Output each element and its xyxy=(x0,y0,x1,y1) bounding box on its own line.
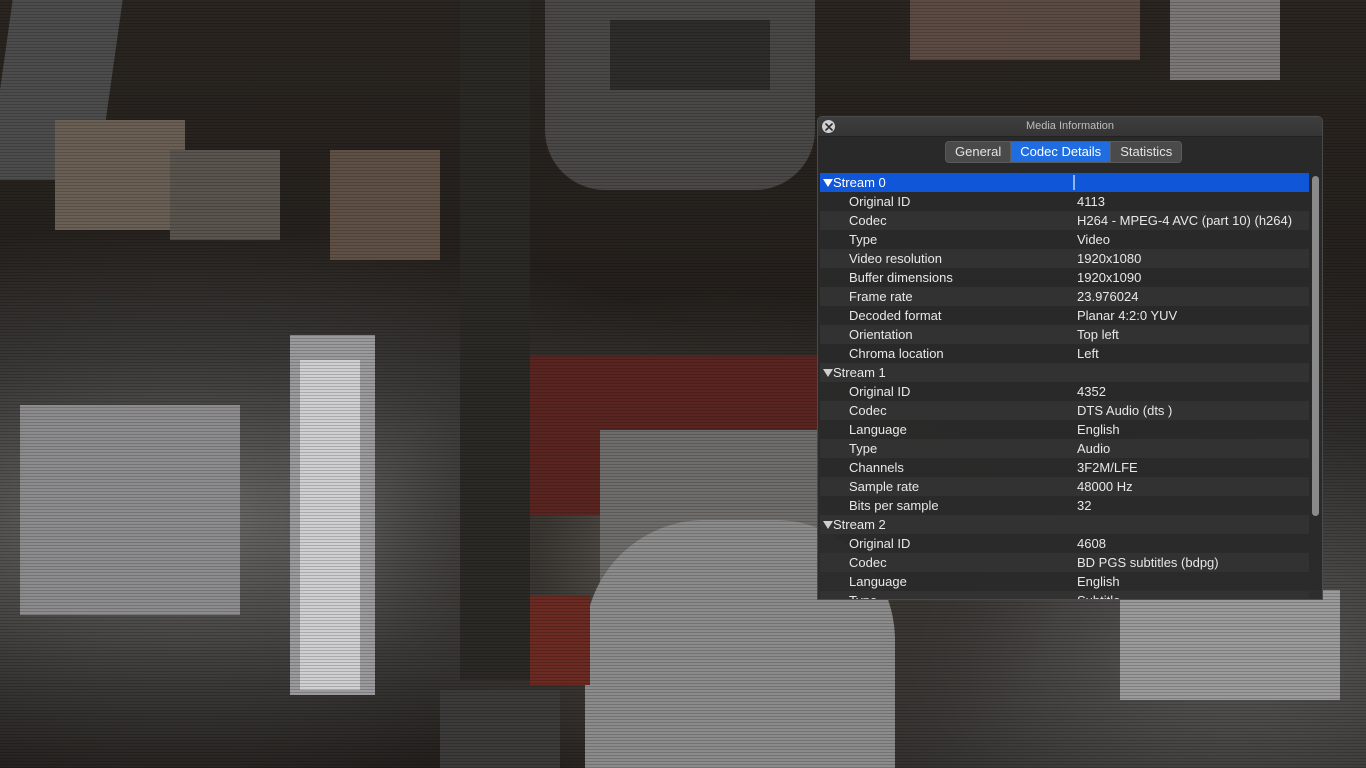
field-value: 48000 Hz xyxy=(1077,479,1133,494)
stream-name: Stream 0 xyxy=(833,175,886,190)
stream-header-1[interactable]: Stream 1 xyxy=(820,363,1309,382)
field-row[interactable]: Codec DTS Audio (dts ) xyxy=(820,401,1309,420)
field-key: Buffer dimensions xyxy=(849,270,953,285)
tab-general[interactable]: General xyxy=(946,142,1012,162)
field-value: DTS Audio (dts ) xyxy=(1077,403,1173,418)
field-row[interactable]: Codec BD PGS subtitles (bdpg) xyxy=(820,553,1309,572)
column-separator xyxy=(1073,175,1075,190)
field-key: Language xyxy=(849,422,907,437)
field-value: 4352 xyxy=(1077,384,1106,399)
field-key: Frame rate xyxy=(849,289,913,304)
media-information-window: Media Information General Codec Details … xyxy=(817,116,1323,600)
field-row[interactable]: Language English xyxy=(820,572,1309,591)
field-value: H264 - MPEG-4 AVC (part 10) (h264) xyxy=(1077,213,1293,228)
field-value: Left xyxy=(1077,346,1099,361)
stream-header-0[interactable]: Stream 0 xyxy=(820,173,1309,192)
field-row[interactable]: Frame rate 23.976024 xyxy=(820,287,1309,306)
field-value: Top left xyxy=(1077,327,1119,342)
field-value: 3F2M/LFE xyxy=(1077,460,1138,475)
field-key: Decoded format xyxy=(849,308,942,323)
field-row[interactable]: Type Audio xyxy=(820,439,1309,458)
field-row[interactable]: Orientation Top left xyxy=(820,325,1309,344)
field-key: Original ID xyxy=(849,194,911,209)
title-bar[interactable]: Media Information xyxy=(818,117,1322,137)
field-key: Codec xyxy=(849,403,887,418)
field-value: Planar 4:2:0 YUV xyxy=(1077,308,1178,323)
field-key: Video resolution xyxy=(849,251,942,266)
stream-header-2[interactable]: Stream 2 xyxy=(820,515,1309,534)
field-key: Sample rate xyxy=(849,479,920,494)
field-value: Subtitle xyxy=(1077,591,1307,599)
tab-bar: General Codec Details Statistics xyxy=(945,141,1183,163)
field-key: Type xyxy=(849,591,1069,599)
field-key: Orientation xyxy=(849,327,913,342)
field-value: 23.976024 xyxy=(1077,289,1139,304)
field-value: Audio xyxy=(1077,441,1111,456)
field-key: Original ID xyxy=(849,384,911,399)
field-key: Type xyxy=(849,441,878,456)
field-key: Original ID xyxy=(849,536,911,551)
field-value: BD PGS subtitles (bdpg) xyxy=(1077,555,1219,570)
field-key: Codec xyxy=(849,213,887,228)
window-title: Media Information xyxy=(1025,120,1115,132)
field-row[interactable]: Video resolution 1920x1080 xyxy=(820,249,1309,268)
field-value: English xyxy=(1077,574,1120,589)
field-key: Chroma location xyxy=(849,346,944,361)
field-row[interactable]: Decoded format Planar 4:2:0 YUV xyxy=(820,306,1309,325)
field-key: Bits per sample xyxy=(849,498,939,513)
disclosure-triangle-icon[interactable] xyxy=(823,179,833,187)
field-value: 4608 xyxy=(1077,536,1106,551)
field-row[interactable]: Type Subtitle xyxy=(820,591,1309,599)
field-row[interactable]: Codec H264 - MPEG-4 AVC (part 10) (h264) xyxy=(820,211,1309,230)
field-key: Codec xyxy=(849,555,887,570)
disclosure-triangle-icon[interactable] xyxy=(823,521,833,529)
field-key: Language xyxy=(849,574,907,589)
field-key: Channels xyxy=(849,460,904,475)
field-value: 1920x1080 xyxy=(1077,251,1142,266)
codec-details-list: Stream 0 Original ID 4113 Codec H264 - MPE… xyxy=(820,173,1309,599)
field-row[interactable]: Channels 3F2M/LFE xyxy=(820,458,1309,477)
scrollbar-thumb[interactable] xyxy=(1312,176,1319,516)
stream-name: Stream 2 xyxy=(833,517,886,532)
field-row[interactable]: Type Video xyxy=(820,230,1309,249)
field-row[interactable]: Sample rate 48000 Hz xyxy=(820,477,1309,496)
vertical-scrollbar[interactable] xyxy=(1312,176,1319,599)
field-row[interactable]: Bits per sample 32 xyxy=(820,496,1309,515)
field-row[interactable]: Original ID 4113 xyxy=(820,192,1309,211)
field-value: 1920x1090 xyxy=(1077,270,1142,285)
field-value: 32 xyxy=(1077,498,1092,513)
stream-name: Stream 1 xyxy=(833,365,886,380)
field-key: Type xyxy=(849,232,878,247)
field-row[interactable]: Chroma location Left xyxy=(820,344,1309,363)
tab-statistics[interactable]: Statistics xyxy=(1111,142,1181,162)
field-value: Video xyxy=(1077,232,1111,247)
field-row[interactable]: Buffer dimensions 1920x1090 xyxy=(820,268,1309,287)
field-value: 4113 xyxy=(1077,194,1105,209)
tab-codec-details[interactable]: Codec Details xyxy=(1011,142,1112,162)
disclosure-triangle-icon[interactable] xyxy=(823,369,833,377)
field-row[interactable]: Original ID 4352 xyxy=(820,382,1309,401)
field-value: English xyxy=(1077,422,1120,437)
field-row[interactable]: Original ID 4608 xyxy=(820,534,1309,553)
field-row[interactable]: Language English xyxy=(820,420,1309,439)
